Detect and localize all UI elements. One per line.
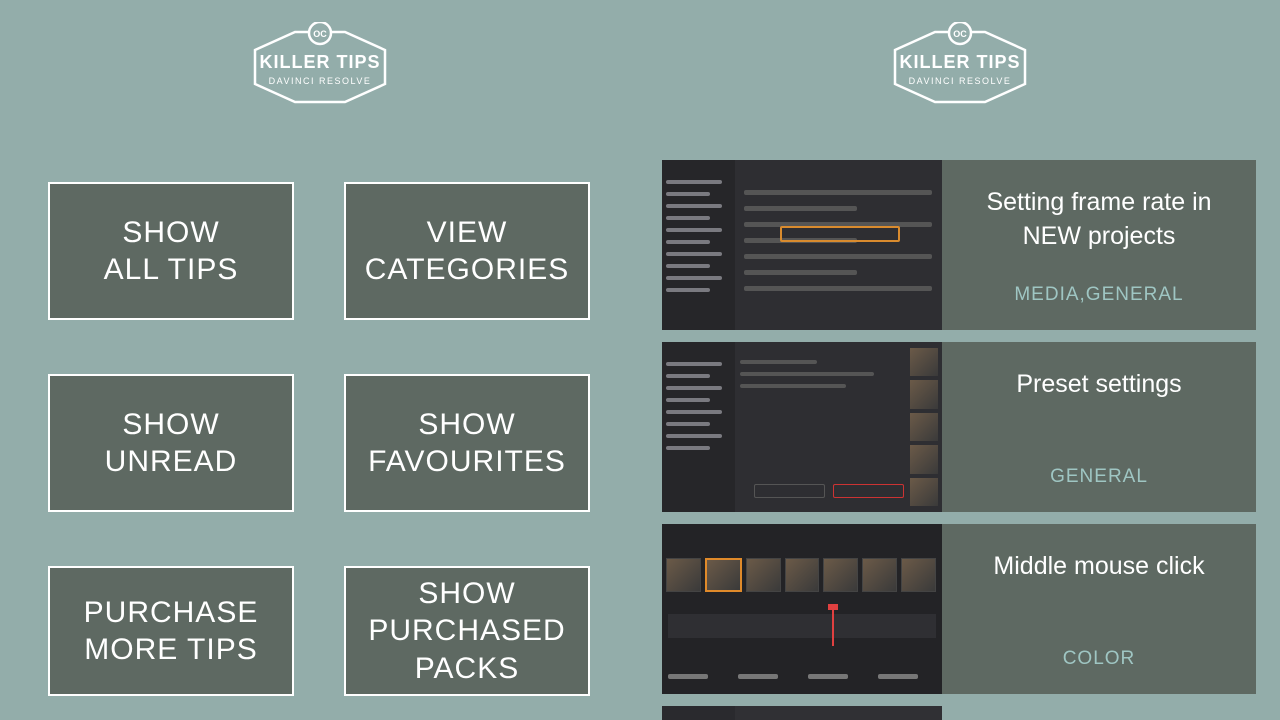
right-panel: OC KILLER TIPS DAVINCI RESOLVE Setting f… — [640, 0, 1280, 720]
tip-title: Setting frame rate in NEW projects — [960, 186, 1238, 254]
tip-title: Preset settings — [1016, 368, 1181, 402]
view-categories-button[interactable]: VIEW CATEGORIES — [344, 182, 590, 320]
tip-row[interactable] — [662, 706, 1256, 720]
killer-tips-logo: OC KILLER TIPS DAVINCI RESOLVE — [235, 22, 405, 112]
tip-categories: GENERAL — [1050, 466, 1148, 488]
tip-title: Middle mouse click — [993, 550, 1204, 584]
left-panel: OC KILLER TIPS DAVINCI RESOLVE SHOW ALL … — [0, 0, 640, 720]
tip-row[interactable]: Preset settings GENERAL — [662, 342, 1256, 512]
tip-info: Middle mouse click COLOR — [942, 524, 1256, 694]
tip-thumbnail — [662, 524, 942, 694]
tips-list[interactable]: Setting frame rate in NEW projects MEDIA… — [662, 160, 1256, 720]
show-all-tips-button[interactable]: SHOW ALL TIPS — [48, 182, 294, 320]
svg-text:DAVINCI RESOLVE: DAVINCI RESOLVE — [909, 76, 1012, 86]
tip-row[interactable]: Setting frame rate in NEW projects MEDIA… — [662, 160, 1256, 330]
svg-text:KILLER TIPS: KILLER TIPS — [899, 52, 1020, 72]
purchase-more-tips-button[interactable]: PURCHASE MORE TIPS — [48, 566, 294, 696]
svg-text:OC: OC — [313, 29, 327, 39]
svg-text:KILLER TIPS: KILLER TIPS — [259, 52, 380, 72]
tip-info: Setting frame rate in NEW projects MEDIA… — [942, 160, 1256, 330]
show-unread-button[interactable]: SHOW UNREAD — [48, 374, 294, 512]
show-purchased-packs-button[interactable]: SHOW PURCHASED PACKS — [344, 566, 590, 696]
tip-thumbnail — [662, 160, 942, 330]
app-root: OC KILLER TIPS DAVINCI RESOLVE SHOW ALL … — [0, 0, 1280, 720]
svg-text:OC: OC — [953, 29, 967, 39]
main-menu-grid: SHOW ALL TIPS VIEW CATEGORIES SHOW UNREA… — [0, 122, 640, 696]
logo-right-wrap: OC KILLER TIPS DAVINCI RESOLVE — [640, 0, 1280, 122]
tip-categories: COLOR — [1063, 648, 1136, 670]
tip-thumbnail — [662, 706, 942, 720]
killer-tips-logo: OC KILLER TIPS DAVINCI RESOLVE — [875, 22, 1045, 112]
tip-categories: MEDIA,GENERAL — [1014, 284, 1183, 306]
tip-thumbnail — [662, 342, 942, 512]
tip-info: Preset settings GENERAL — [942, 342, 1256, 512]
show-favourites-button[interactable]: SHOW FAVOURITES — [344, 374, 590, 512]
logo-left-wrap: OC KILLER TIPS DAVINCI RESOLVE — [0, 0, 640, 122]
svg-text:DAVINCI RESOLVE: DAVINCI RESOLVE — [269, 76, 372, 86]
tip-row[interactable]: Middle mouse click COLOR — [662, 524, 1256, 694]
